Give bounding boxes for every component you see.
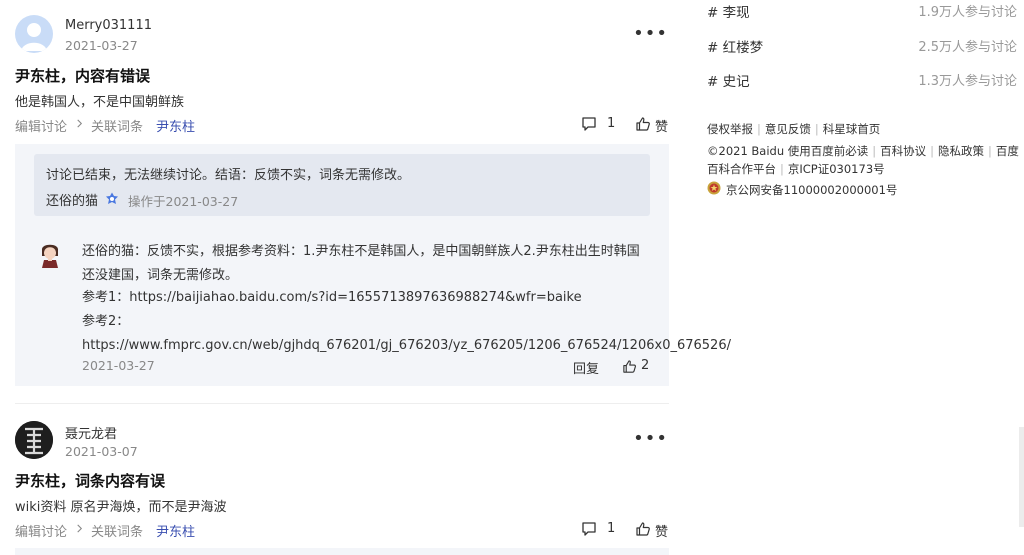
footer-link-agreement[interactable]: 百科协议 — [880, 144, 926, 158]
thumbs-up-icon[interactable] — [622, 359, 637, 374]
related-entry-label: 关联词条 — [91, 120, 144, 135]
comment-count: 1 — [607, 116, 616, 131]
footer-link-baidu[interactable]: 百度 — [996, 144, 1019, 158]
footer-link-icp[interactable]: 京ICP证030173号 — [788, 162, 885, 176]
footer-links: 百科合作平台 | 京ICP证030173号 — [707, 162, 885, 176]
discussion-thread: 讨论已结束，无法继续讨论。结语：反馈不实，词条无需修改。 还俗的猫 操作于202… — [15, 144, 731, 386]
more-options-icon[interactable]: ••• — [633, 25, 668, 43]
discussion-list: Merry031111 2021-03-27 ••• 尹东柱，内容有错误 他是韩… — [0, 0, 731, 555]
topic-count: 2.5万人参与讨论 — [918, 40, 1017, 55]
comment-icon[interactable] — [581, 116, 597, 132]
scrollbar-edge[interactable] — [1019, 427, 1024, 527]
reply-like-count: 2 — [641, 358, 650, 373]
thumbs-up-icon[interactable] — [635, 116, 651, 132]
post-content: 他是韩国人，不是中国朝鲜族 — [15, 95, 185, 110]
footer-link-privacy[interactable]: 隐私政策 — [938, 144, 984, 158]
footer-link-feedback[interactable]: 意见反馈 — [765, 122, 811, 136]
comment-icon[interactable] — [581, 521, 597, 537]
related-entry-link[interactable]: 尹东柱 — [156, 521, 195, 540]
topic-name[interactable]: # 红楼梦 — [707, 36, 763, 56]
related-entry-label: 关联词条 — [91, 525, 144, 540]
topic-name[interactable]: # 李现 — [707, 1, 750, 21]
footer-link-kexingqiu[interactable]: 科星球首页 — [823, 122, 881, 136]
edit-discussion-link[interactable]: 编辑讨论 — [15, 521, 67, 540]
topic-count: 1.3万人参与讨论 — [918, 74, 1017, 89]
reply-text: 还俗的猫：反馈不实，根据参考资料：1.尹东柱不是韩国人，是中国朝鲜族人2.尹东柱… — [82, 244, 640, 283]
hot-topic-item[interactable]: # 史记 1.3万人参与讨论 — [707, 70, 1017, 90]
topic-count: 1.9万人参与讨论 — [918, 5, 1017, 20]
reply-date: 2021-03-27 — [82, 358, 155, 373]
post-date: 2021-03-07 — [65, 444, 138, 459]
operator-name[interactable]: 还俗的猫 — [46, 190, 98, 209]
footer-link-copyright[interactable]: ©2021 Baidu 使用百度前必读 — [707, 144, 868, 158]
police-badge-icon — [707, 181, 721, 195]
police-record-link[interactable]: 京公网安备11000002000001号 — [726, 182, 897, 198]
avatar[interactable] — [15, 15, 53, 53]
hot-topic-item[interactable]: # 李现 1.9万人参与讨论 — [707, 1, 1017, 21]
reference-1[interactable]: 参考1：https://baijiahao.baidu.com/s?id=165… — [82, 286, 652, 310]
discussion-thread-collapsed — [15, 548, 669, 555]
footer-link-report[interactable]: 侵权举报 — [707, 122, 753, 136]
reply-avatar[interactable] — [38, 240, 62, 268]
post-content: wiki资料 原名尹海焕，而不是尹海波 — [15, 500, 227, 515]
default-user-icon — [21, 23, 47, 51]
post-title[interactable]: 尹东柱，词条内容有误 — [15, 470, 165, 491]
like-label[interactable]: 赞 — [655, 116, 668, 135]
closed-notice-text: 讨论已结束，无法继续讨论。结语：反馈不实，词条无需修改。 — [46, 168, 411, 183]
thumbs-up-icon[interactable] — [635, 521, 651, 537]
post-meta-bar: 编辑讨论 关联词条 尹东柱 1 赞 — [15, 521, 670, 541]
post-date: 2021-03-27 — [65, 38, 138, 53]
reference-2[interactable]: 参考2：https://www.fmprc.gov.cn/web/gjhdq_6… — [82, 310, 731, 358]
right-sidebar: # 李现 1.9万人参与讨论 # 红楼梦 2.5万人参与讨论 # 史记 1.3万… — [700, 0, 1024, 555]
operation-time: 操作于2021-03-27 — [128, 194, 239, 209]
edit-discussion-link[interactable]: 编辑讨论 — [15, 116, 67, 135]
footer-links: 侵权举报 | 意见反馈 | 科星球首页 — [707, 122, 881, 136]
more-options-icon[interactable]: ••• — [633, 430, 668, 448]
discussion-post: Merry031111 2021-03-27 ••• 尹东柱，内容有错误 他是韩… — [15, 15, 670, 140]
closed-notice: 讨论已结束，无法继续讨论。结语：反馈不实，词条无需修改。 还俗的猫 操作于202… — [34, 154, 650, 216]
footer-link-partner[interactable]: 百科合作平台 — [707, 162, 776, 176]
footer-links: ©2021 Baidu 使用百度前必读 | 百科协议 | 隐私政策 | 百度 — [707, 144, 1019, 158]
related-entry-link[interactable]: 尹东柱 — [156, 116, 195, 135]
topic-name[interactable]: # 史记 — [707, 70, 750, 90]
verified-badge-icon — [106, 192, 118, 204]
post-title[interactable]: 尹东柱，内容有错误 — [15, 65, 150, 86]
chevron-right-icon — [77, 119, 83, 128]
username[interactable]: Merry031111 — [65, 18, 152, 33]
reply-button[interactable]: 回复 — [573, 358, 599, 377]
hot-topic-item[interactable]: # 红楼梦 2.5万人参与讨论 — [707, 36, 1017, 56]
discussion-post: 聂元龙君 2021-03-07 ••• 尹东柱，词条内容有误 wiki资料 原名… — [15, 421, 670, 548]
like-label[interactable]: 赞 — [655, 521, 668, 540]
chevron-right-icon — [77, 524, 83, 533]
calligraphy-avatar-icon — [15, 421, 53, 459]
post-meta-bar: 编辑讨论 关联词条 尹东柱 1 赞 — [15, 116, 670, 136]
divider — [15, 403, 669, 404]
username[interactable]: 聂元龙君 — [65, 423, 117, 442]
comment-count: 1 — [607, 521, 616, 536]
avatar[interactable] — [15, 421, 53, 459]
